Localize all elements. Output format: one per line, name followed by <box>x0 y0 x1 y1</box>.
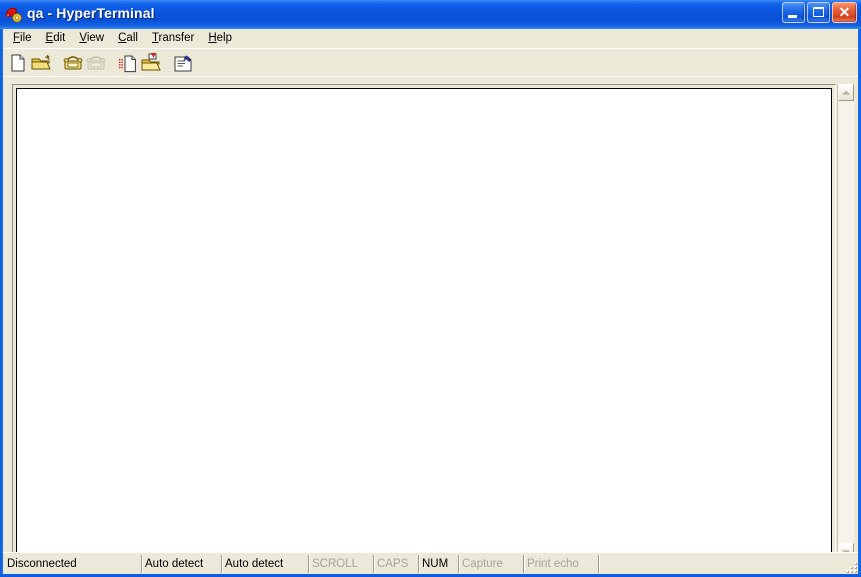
status-divider <box>141 555 143 573</box>
status-protocol: Auto detect <box>141 554 221 574</box>
minimize-icon <box>788 15 797 18</box>
scrollbar-track[interactable] <box>838 101 854 543</box>
menu-item-transfer[interactable]: Transfer <box>145 30 201 47</box>
menu-bar: File Edit View Call Transfer Help <box>3 29 858 48</box>
status-scroll: SCROLL <box>308 554 373 574</box>
resize-grip-icon[interactable] <box>843 559 856 572</box>
titlebar-highlight <box>0 0 861 1</box>
minimize-button[interactable] <box>782 2 805 23</box>
menu-item-edit[interactable]: Edit <box>39 30 73 47</box>
call-phone-icon <box>63 55 83 69</box>
receive-file-icon <box>141 52 161 70</box>
disconnect-phone-icon <box>86 55 106 69</box>
terminal-vertical-scrollbar[interactable] <box>837 84 854 560</box>
status-caps: CAPS <box>373 554 418 574</box>
open-connection-icon <box>31 54 51 69</box>
status-divider <box>523 555 525 573</box>
menu-item-file[interactable]: File <box>6 30 39 47</box>
status-num-label: NUM <box>422 558 449 570</box>
receive-file-button[interactable] <box>140 52 163 74</box>
terminal-screen[interactable] <box>16 88 832 555</box>
status-divider <box>458 555 460 573</box>
toolbar-gap-2 <box>108 52 117 74</box>
menu-item-call[interactable]: Call <box>111 30 145 47</box>
new-connection-button[interactable] <box>7 52 30 74</box>
client-area: File Edit View Call Transfer Help Discon… <box>3 29 858 574</box>
status-divider <box>373 555 375 573</box>
status-baud-label: Auto detect <box>225 558 284 570</box>
screen: qa - HyperTerminal ✕ File Edit View Call… <box>0 0 861 577</box>
status-scroll-label: SCROLL <box>312 558 359 570</box>
status-protocol-label: Auto detect <box>145 558 204 570</box>
maximize-icon <box>813 7 824 17</box>
status-capture: Capture <box>458 554 523 574</box>
menu-item-view[interactable]: View <box>72 30 111 47</box>
status-capture-label: Capture <box>462 558 503 570</box>
status-divider <box>221 555 223 573</box>
status-divider <box>308 555 310 573</box>
status-spare <box>598 554 856 574</box>
toolbar-gap-3 <box>163 52 172 74</box>
tool-bar <box>3 49 858 76</box>
status-num: NUM <box>418 554 458 574</box>
hyperterminal-phone-icon[interactable] <box>5 6 23 24</box>
send-file-button[interactable] <box>117 52 140 74</box>
status-caps-label: CAPS <box>377 558 409 570</box>
properties-button[interactable] <box>172 52 195 74</box>
scroll-up-button[interactable] <box>838 84 854 101</box>
close-icon: ✕ <box>838 4 851 20</box>
open-connection-button[interactable] <box>30 52 53 74</box>
status-bar: Disconnected Auto detect Auto detect SCR… <box>3 552 858 574</box>
disconnect-button <box>85 52 108 74</box>
title-bar[interactable]: qa - HyperTerminal ✕ <box>0 0 861 29</box>
status-divider <box>598 555 600 573</box>
hyperterminal-window: qa - HyperTerminal ✕ File Edit View Call… <box>0 0 861 577</box>
status-connection-state: Disconnected <box>7 558 77 570</box>
close-button[interactable]: ✕ <box>832 2 857 23</box>
window-title: qa - HyperTerminal <box>27 5 155 21</box>
call-button[interactable] <box>62 52 85 74</box>
properties-icon <box>174 54 192 71</box>
status-print-echo: Print echo <box>523 554 598 574</box>
status-print-echo-label: Print echo <box>527 558 579 570</box>
maximize-button[interactable] <box>807 2 830 23</box>
scroll-up-arrow-icon <box>842 90 850 95</box>
send-file-icon <box>119 55 136 72</box>
menu-item-help[interactable]: Help <box>201 30 239 47</box>
terminal-frame <box>12 84 836 559</box>
new-connection-icon <box>11 54 25 71</box>
window-controls: ✕ <box>782 2 857 25</box>
status-divider <box>418 555 420 573</box>
status-baud: Auto detect <box>221 554 308 574</box>
toolbar-separator <box>3 76 858 77</box>
toolbar-gap-1 <box>53 52 62 74</box>
